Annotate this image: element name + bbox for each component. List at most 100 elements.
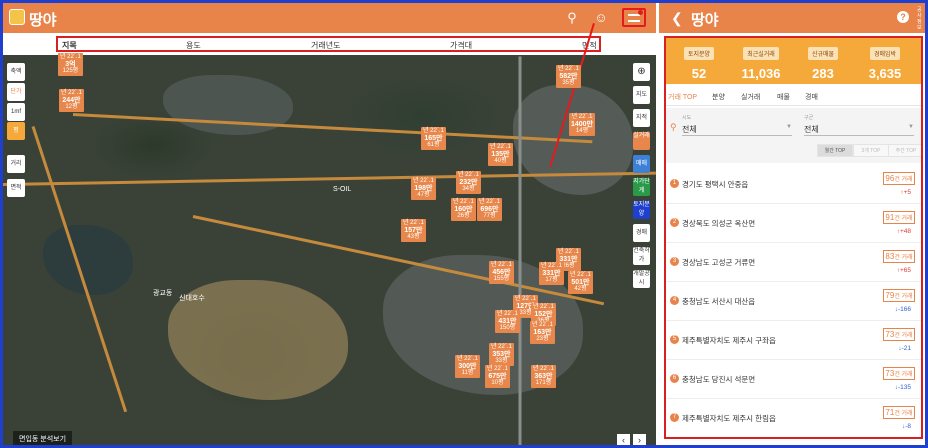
panel-brand: 땅야	[691, 11, 719, 29]
column-jimok[interactable]: 지목	[62, 40, 77, 51]
ranking-row[interactable]: 7 제주특별자치도 제주시 한림읍 71건 거래 ↓-8	[666, 400, 921, 437]
cadastral-button[interactable]: 지적	[633, 109, 650, 127]
back-arrow-icon[interactable]: ❮	[671, 10, 683, 27]
count-unit: 건 거래	[894, 294, 913, 300]
trade-marker[interactable]: 년 22`.1 165만 61평	[421, 127, 446, 150]
gugun-select[interactable]: 구군 전체 ▼	[804, 114, 914, 136]
change-number: -21	[901, 345, 911, 352]
stat-new-listing[interactable]: 신규매물 283	[794, 43, 852, 81]
change-value: ↓-166	[894, 306, 911, 313]
sido-select[interactable]: 시도 전체 ▼	[682, 114, 792, 136]
ranking-row[interactable]: 2 경상북도 의성군 옥산면 91건 거래 ↑+48	[666, 205, 921, 243]
change-number: -135	[897, 384, 911, 391]
auction-button[interactable]: 경매	[633, 224, 650, 242]
ranking-row[interactable]: 5 제주특별자치도 제주시 구좌읍 73건 거래 ↓-21	[666, 322, 921, 360]
trade-marker[interactable]: 년 22`.1 135만 40평	[488, 143, 513, 166]
stat-label: 최근실거래	[743, 47, 779, 60]
count-value: 73	[885, 330, 895, 339]
monthly-top-button[interactable]: 월간 TOP	[817, 144, 853, 157]
help-icon[interactable]: ?	[897, 11, 909, 23]
change-number: -166	[897, 306, 911, 313]
stat-land-sale[interactable]: 토지분양 52	[670, 43, 728, 81]
tab-real-trade[interactable]: 실거래	[741, 92, 760, 102]
chevron-down-icon: ▼	[908, 124, 914, 130]
ranking-row[interactable]: 4 충청남도 서산시 대산읍 79건 거래 ↓-166	[666, 283, 921, 321]
ranking-row[interactable]: 6 충청남도 당진시 석문면 73건 거래 ↓-135	[666, 361, 921, 399]
region-name: 경상남도 고성군 거류면	[682, 258, 756, 267]
trade-marker[interactable]: 년 22`.1 363만 171평	[531, 365, 556, 388]
tab-trade-top[interactable]: 거래 TOP	[668, 92, 697, 102]
building-permit-button[interactable]: 건축허가	[633, 247, 650, 265]
column-yongdo[interactable]: 용도	[186, 40, 201, 51]
change-number: +65	[899, 267, 911, 274]
development-notice-button[interactable]: 개발공시	[633, 270, 650, 288]
tool-button[interactable]: 평	[7, 122, 25, 140]
map-type-button[interactable]: 지도	[633, 86, 650, 104]
prev-arrow-icon[interactable]: ‹	[617, 434, 630, 445]
stat-label: 신규매물	[807, 47, 839, 60]
trade-marker[interactable]: 년 22`.1 1400만 14평	[569, 113, 596, 136]
trade-marker[interactable]: 년 22`.1 160만 26평	[451, 198, 476, 221]
tab-listing[interactable]: 매물	[777, 92, 790, 102]
stat-value: 3,635	[868, 66, 902, 81]
change-value: ↑+65	[896, 267, 911, 274]
change-number: +5	[903, 189, 911, 196]
rank-badge: 7	[670, 413, 679, 422]
count-unit: 건 거래	[894, 372, 913, 378]
change-number: -8	[905, 423, 911, 430]
user-icon[interactable]: ☺	[593, 10, 609, 26]
column-year[interactable]: 거래년도	[311, 40, 340, 51]
tool-button[interactable]: 단가	[7, 83, 25, 101]
ranking-row[interactable]: 1 경기도 평택시 안중읍 96건 거래 ↑+5	[666, 166, 921, 204]
trade-count: 71건 거래	[883, 406, 915, 419]
trade-marker[interactable]: 년 22`.1 157만 43평	[401, 219, 426, 242]
trade-marker[interactable]: 년 22`.1 353만 33평	[489, 343, 514, 366]
land-price-button[interactable]: 지가단계	[633, 178, 650, 196]
tool-button[interactable]: 1mf	[7, 103, 25, 121]
quarter-top-button[interactable]: 3개 TOP	[853, 144, 889, 157]
chevron-down-icon: ▼	[786, 124, 792, 130]
real-trade-button[interactable]: 실거래	[633, 132, 650, 150]
filter-button[interactable]	[622, 8, 646, 27]
map-pane: 땅야 ⚲ ☺ 지목 용도 거래년도 가격대 면적 축액 단가 1mf 평 거리 …	[3, 3, 656, 445]
locate-icon[interactable]: ⊕	[633, 63, 650, 81]
trade-marker[interactable]: 년 22`.1 3억 125평	[58, 53, 83, 76]
stat-recent-trade[interactable]: 최근실거래 11,036	[732, 43, 790, 81]
analysis-link[interactable]: 면입동 분석보기	[13, 431, 73, 445]
tool-button[interactable]: 축액	[7, 63, 25, 81]
stat-auction[interactable]: 경매임박 3,635	[856, 43, 914, 81]
weekly-top-button[interactable]: 주간 TOP	[888, 144, 921, 157]
trade-marker[interactable]: 년 22`.1 696만 77평	[477, 198, 502, 221]
trade-marker[interactable]: 년 22`.1 198만 47평	[411, 177, 436, 200]
stat-label: 경매임박	[869, 47, 901, 60]
trade-marker[interactable]: 년 22`.1 331만 17평	[539, 262, 564, 285]
app-frame: 땅야 ⚲ ☺ 지목 용도 거래년도 가격대 면적 축액 단가 1mf 평 거리 …	[0, 0, 928, 448]
sale-button[interactable]: 매매	[633, 155, 650, 173]
next-arrow-icon[interactable]: ›	[633, 434, 646, 445]
trade-marker[interactable]: 년 22`.1 431만 150평	[495, 310, 520, 333]
trade-marker[interactable]: 년 22`.1 244만 12평	[59, 89, 84, 112]
trade-marker[interactable]: 년 22`.1 232만 34평	[456, 171, 481, 194]
rank-badge: 3	[670, 257, 679, 266]
trade-marker[interactable]: 년 22`.1 456만 155평	[489, 261, 514, 284]
trade-marker[interactable]: 년 22`.1 501만 42평	[568, 271, 593, 294]
trade-marker[interactable]: 년 22`.1 300만 11평	[455, 355, 480, 378]
trade-marker[interactable]: 년 22`.1 582만 35평	[556, 65, 581, 88]
distance-tool-button[interactable]: 거리	[7, 155, 25, 173]
count-value: 96	[885, 174, 895, 183]
map-label: 신대호수	[179, 295, 205, 302]
tab-auction[interactable]: 경매	[805, 92, 818, 102]
tab-sale[interactable]: 분양	[712, 92, 725, 102]
trade-count: 96건 거래	[883, 172, 915, 185]
land-sale-button[interactable]: 토지분양	[633, 201, 650, 219]
rank-badge: 6	[670, 374, 679, 383]
trade-marker[interactable]: 년 22`.1 675만 10평	[485, 365, 510, 388]
count-value: 83	[885, 252, 895, 261]
column-price[interactable]: 가격대	[450, 40, 472, 51]
search-icon[interactable]: ⚲	[564, 10, 580, 26]
count-value: 79	[885, 291, 895, 300]
ranking-row[interactable]: 3 경상남도 고성군 거류면 83건 거래 ↑+65	[666, 244, 921, 282]
area-tool-button[interactable]: 면적	[7, 179, 25, 197]
trade-marker[interactable]: 년 22`.1 163만 23평	[530, 321, 555, 344]
side-panel: ❮ 땅야 ? 공 사 정 보 토지분양 52 최근실거래 11,036 신규매물 28…	[659, 3, 925, 445]
